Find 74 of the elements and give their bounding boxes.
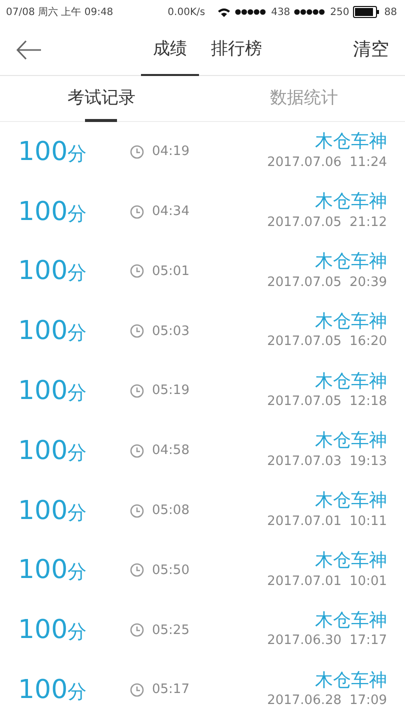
duration: 05:01 [152, 262, 190, 281]
record-time: 12:18 [350, 393, 387, 412]
duration: 05:17 [152, 681, 190, 700]
record-date: 2017.07.01 [267, 572, 342, 591]
record-time: 11:24 [350, 154, 387, 172]
record-time: 20:39 [350, 274, 387, 292]
score: 100分 [18, 258, 88, 284]
clear-button[interactable]: 清空 [353, 36, 389, 63]
record-time: 19:13 [350, 452, 387, 471]
duration: 05:19 [152, 382, 190, 400]
score: 100分 [18, 498, 88, 524]
signal-value: 250 [330, 6, 350, 20]
player-name: 木仓车神 [315, 191, 387, 213]
player-name: 木仓车神 [315, 370, 387, 392]
clock-icon [130, 144, 144, 159]
score: 100分 [18, 438, 88, 464]
clock-icon [130, 444, 144, 458]
score: 100分 [18, 138, 88, 165]
network-speed: 0.00K/s [168, 6, 206, 20]
clock-icon [130, 204, 144, 219]
score: 100分 [18, 557, 88, 584]
wifi-icon [217, 6, 232, 18]
record-date: 2017.06.28 [267, 692, 342, 710]
record-date: 2017.07.05 [267, 214, 342, 232]
duration: 04:58 [152, 442, 190, 460]
record-time: 17:17 [350, 632, 387, 650]
duration: 05:08 [152, 502, 190, 520]
player-name: 木仓车神 [315, 610, 387, 632]
clock-icon [130, 504, 144, 518]
duration: 05:03 [152, 322, 190, 341]
clock-icon [130, 384, 144, 398]
record-date: 2017.06.30 [267, 632, 342, 650]
record-date: 2017.07.05 [267, 333, 342, 352]
clock-icon [130, 623, 144, 638]
record-date: 2017.07.06 [267, 154, 342, 172]
signal-icon [235, 8, 268, 16]
duration: 05:25 [152, 622, 190, 640]
clock-icon [130, 683, 144, 698]
record-date: 2017.07.05 [267, 274, 342, 292]
record-time: 21:12 [350, 214, 387, 232]
duration: 05:50 [152, 562, 190, 580]
battery-percent: 88 [384, 6, 397, 20]
clock-icon [130, 563, 144, 578]
player-name: 木仓车神 [315, 430, 387, 452]
duration: 04:34 [152, 202, 190, 221]
record-date: 2017.07.01 [267, 512, 342, 531]
score: 100分 [18, 378, 88, 404]
header-tab[interactable]: 排行榜 [199, 24, 274, 76]
duration: 04:19 [152, 143, 190, 162]
player-name: 木仓车神 [315, 131, 387, 153]
header-tab[interactable]: 成绩 [141, 24, 199, 76]
score: 100分 [18, 677, 88, 704]
record-date: 2017.07.03 [267, 452, 342, 471]
record-date: 2017.07.05 [267, 393, 342, 412]
player-name: 木仓车神 [315, 250, 387, 273]
player-name: 木仓车神 [315, 310, 387, 332]
status-time: 07/08 周六 上午 09:48 [6, 6, 114, 20]
record-time: 10:01 [350, 572, 387, 591]
signal-value: 438 [271, 6, 290, 20]
sub-tab[interactable]: 考试记录 [67, 76, 136, 122]
score: 100分 [18, 198, 88, 225]
record-time: 10:11 [350, 512, 387, 531]
record-time: 17:09 [350, 692, 387, 710]
back-button[interactable] [16, 38, 42, 62]
score: 100分 [18, 617, 88, 644]
score: 100分 [18, 318, 88, 344]
battery-icon [353, 6, 380, 18]
record-time: 16:20 [350, 333, 387, 352]
player-name: 木仓车神 [315, 490, 387, 512]
clock-icon [130, 264, 144, 278]
player-name: 木仓车神 [315, 550, 387, 572]
player-name: 木仓车神 [315, 670, 387, 692]
clock-icon [130, 324, 144, 338]
signal-icon [294, 8, 326, 16]
